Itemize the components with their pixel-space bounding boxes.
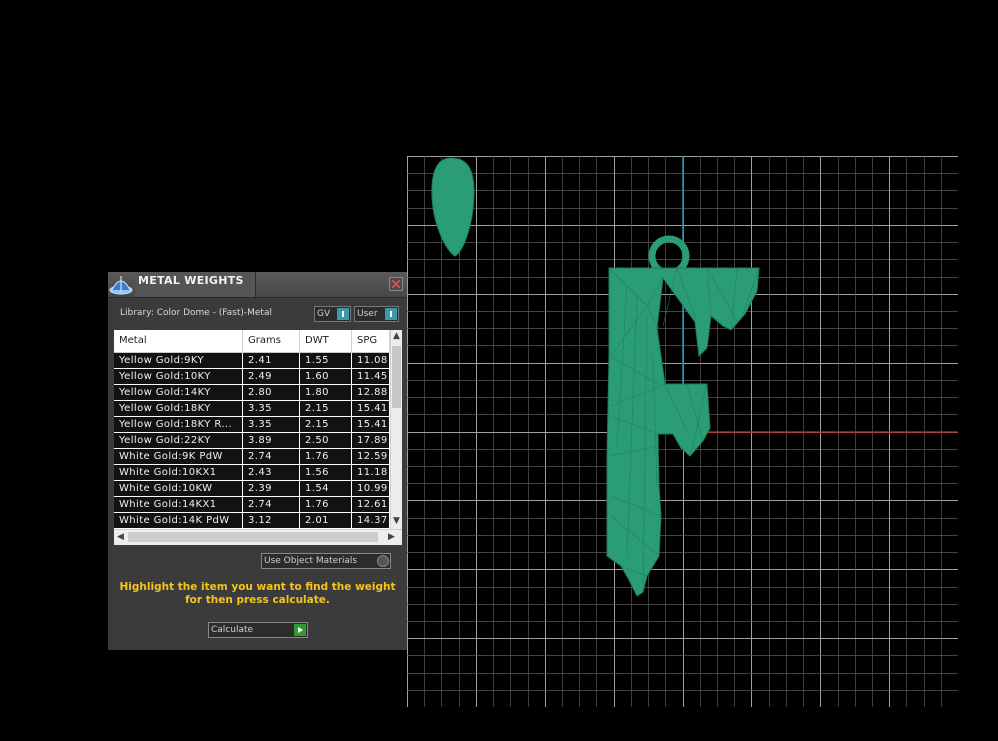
table-row[interactable]: White Gold:14K PdW 3.12 2.01 14.37 bbox=[114, 513, 390, 529]
table-row[interactable]: White Gold:9K PdW 2.74 1.76 12.59 bbox=[114, 449, 390, 465]
table-row[interactable]: White Gold:10KX1 2.43 1.56 11.18 bbox=[114, 465, 390, 481]
horizontal-scroll-thumb[interactable] bbox=[128, 532, 378, 542]
metal-cell: Yellow Gold:9KY bbox=[114, 353, 243, 368]
dwt-cell: 1.56 bbox=[300, 465, 352, 480]
close-icon bbox=[391, 279, 401, 289]
table-header: Metal Grams DWT SPG bbox=[114, 330, 390, 353]
use-object-materials-knob[interactable] bbox=[377, 555, 389, 567]
dwt-cell: 1.76 bbox=[300, 497, 352, 512]
metal-cell: White Gold:10KX1 bbox=[114, 465, 243, 480]
table-row[interactable]: Yellow Gold:22KY 3.89 2.50 17.89 bbox=[114, 433, 390, 449]
use-object-materials-label: Use Object Materials bbox=[264, 556, 358, 566]
metal-cell: Yellow Gold:22KY bbox=[114, 433, 243, 448]
table-rows: Yellow Gold:9KY 2.41 1.55 11.08 Yellow Gold:… bbox=[114, 353, 390, 529]
dome-logo-icon bbox=[108, 272, 135, 297]
calculate-label: Calculate bbox=[211, 625, 254, 635]
spg-cell: 12.88 bbox=[352, 385, 390, 400]
grams-cell: 3.89 bbox=[243, 433, 300, 448]
viewport-canvas[interactable] bbox=[407, 156, 958, 707]
spg-cell: 17.89 bbox=[352, 433, 390, 448]
calculate-button[interactable]: Calculate bbox=[208, 622, 308, 638]
gv-toggle[interactable]: GV bbox=[314, 306, 351, 322]
dwt-cell: 2.01 bbox=[300, 513, 352, 528]
table-row[interactable]: White Gold:10KW 2.39 1.54 10.99 bbox=[114, 481, 390, 497]
spg-cell: 11.08 bbox=[352, 353, 390, 368]
metal-cell: Yellow Gold:14KY bbox=[114, 385, 243, 400]
panel-titlebar[interactable]: METAL WEIGHTS bbox=[108, 272, 407, 298]
play-arrow-icon[interactable] bbox=[294, 624, 306, 636]
grams-cell: 2.80 bbox=[243, 385, 300, 400]
spg-cell: 15.41 bbox=[352, 401, 390, 416]
metal-weights-panel: METAL WEIGHTS Library: Color Dome - (Fas… bbox=[108, 272, 407, 650]
close-button[interactable] bbox=[389, 277, 403, 291]
header-grams[interactable]: Grams bbox=[243, 330, 300, 352]
gv-toggle-label: GV bbox=[317, 309, 331, 319]
spg-cell: 15.41 bbox=[352, 417, 390, 432]
metal-cell: White Gold:9K PdW bbox=[114, 449, 243, 464]
grams-cell: 2.74 bbox=[243, 449, 300, 464]
table-row[interactable]: Yellow Gold:9KY 2.41 1.55 11.08 bbox=[114, 353, 390, 369]
metal-table[interactable]: Metal Grams DWT SPG Yellow Gold:9KY 2.41 1… bbox=[114, 330, 402, 545]
spg-cell: 10.99 bbox=[352, 481, 390, 496]
grams-cell: 2.74 bbox=[243, 497, 300, 512]
instructions-text: Highlight the item you want to find the … bbox=[119, 581, 396, 606]
spg-cell: 14.37 bbox=[352, 513, 390, 528]
3d-viewport[interactable] bbox=[407, 156, 958, 707]
table-row[interactable]: White Gold:14KX1 2.74 1.76 12.61 bbox=[114, 497, 390, 513]
grams-cell: 2.43 bbox=[243, 465, 300, 480]
dwt-cell: 1.55 bbox=[300, 353, 352, 368]
metal-cell: White Gold:14KX1 bbox=[114, 497, 243, 512]
table-row[interactable]: Yellow Gold:18KY R... 3.35 2.15 15.41 bbox=[114, 417, 390, 433]
scroll-right-icon[interactable]: ▶ bbox=[388, 532, 395, 542]
metal-cell: White Gold:14K PdW bbox=[114, 513, 243, 528]
header-metal[interactable]: Metal bbox=[114, 330, 243, 352]
metal-cell: White Gold:10KW bbox=[114, 481, 243, 496]
table-row[interactable]: Yellow Gold:18KY 3.35 2.15 15.41 bbox=[114, 401, 390, 417]
scroll-up-icon[interactable]: ▲ bbox=[393, 331, 400, 341]
vertical-scroll-thumb[interactable] bbox=[392, 346, 401, 408]
spg-cell: 12.61 bbox=[352, 497, 390, 512]
dwt-cell: 1.76 bbox=[300, 449, 352, 464]
scroll-left-icon[interactable]: ◀ bbox=[117, 532, 124, 542]
grams-cell: 3.12 bbox=[243, 513, 300, 528]
dwt-cell: 2.15 bbox=[300, 417, 352, 432]
grams-cell: 3.35 bbox=[243, 417, 300, 432]
dwt-cell: 1.80 bbox=[300, 385, 352, 400]
drop-model[interactable] bbox=[431, 157, 475, 257]
metal-cell: Yellow Gold:18KY R... bbox=[114, 417, 243, 432]
user-toggle-knob[interactable] bbox=[385, 308, 397, 320]
metal-cell: Yellow Gold:10KY bbox=[114, 369, 243, 384]
spg-cell: 11.45 bbox=[352, 369, 390, 384]
grams-cell: 2.39 bbox=[243, 481, 300, 496]
spg-cell: 12.59 bbox=[352, 449, 390, 464]
dwt-cell: 2.50 bbox=[300, 433, 352, 448]
grams-cell: 2.41 bbox=[243, 353, 300, 368]
spg-cell: 11.18 bbox=[352, 465, 390, 480]
use-object-materials-toggle[interactable]: Use Object Materials bbox=[261, 553, 391, 569]
header-spg[interactable]: SPG bbox=[352, 330, 390, 352]
header-dwt[interactable]: DWT bbox=[300, 330, 352, 352]
scroll-down-icon[interactable]: ▼ bbox=[393, 516, 400, 526]
table-row[interactable]: Yellow Gold:10KY 2.49 1.60 11.45 bbox=[114, 369, 390, 385]
grams-cell: 3.35 bbox=[243, 401, 300, 416]
metal-cell: Yellow Gold:18KY bbox=[114, 401, 243, 416]
horizontal-scrollbar[interactable]: ◀ ▶ bbox=[114, 529, 402, 545]
dwt-cell: 1.54 bbox=[300, 481, 352, 496]
vertical-scrollbar[interactable]: ▲ ▼ bbox=[390, 330, 402, 529]
user-toggle-label: User bbox=[357, 309, 378, 319]
gv-toggle-knob[interactable] bbox=[337, 308, 349, 320]
panel-title: METAL WEIGHTS bbox=[138, 274, 244, 287]
user-toggle[interactable]: User bbox=[354, 306, 399, 322]
table-row[interactable]: Yellow Gold:14KY 2.80 1.80 12.88 bbox=[114, 385, 390, 401]
dwt-cell: 1.60 bbox=[300, 369, 352, 384]
library-label: Library: Color Dome - (Fast)-Metal bbox=[120, 308, 272, 318]
dwt-cell: 2.15 bbox=[300, 401, 352, 416]
grams-cell: 2.49 bbox=[243, 369, 300, 384]
